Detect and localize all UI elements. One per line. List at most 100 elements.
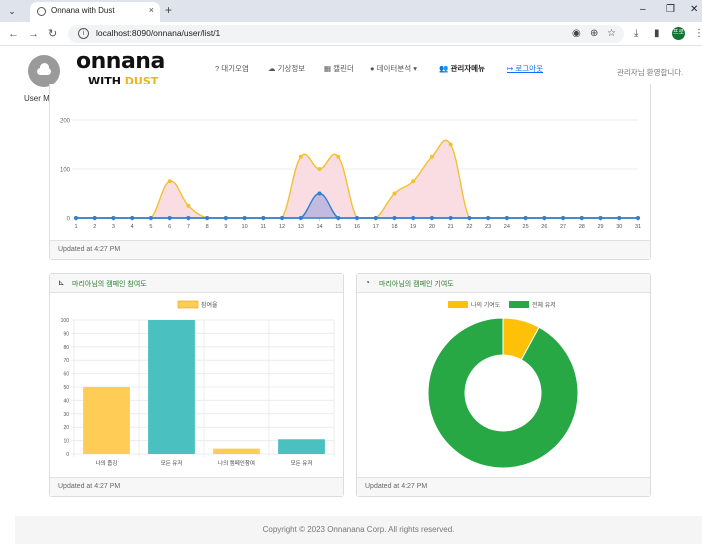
line-x-tick-15: 16	[354, 224, 360, 230]
nav-admin-label: 관리자메뉴	[450, 64, 485, 73]
line-point-0-18	[411, 179, 416, 184]
bookmark-star-icon[interactable]: ☆	[607, 27, 616, 41]
bar-y-tick-3: 30	[63, 412, 69, 418]
bar-y-tick-7: 70	[63, 358, 69, 364]
line-point-0-12	[298, 154, 303, 159]
line-area-0	[76, 140, 638, 218]
user-avatar[interactable]	[28, 55, 60, 87]
line-x-tick-22: 23	[485, 224, 491, 230]
bar-legend-swatch	[177, 300, 199, 309]
page: onnana WITH DUST ? 대기오염 ☁ 기상정보 ▦ 캘린더 ● 데…	[0, 46, 702, 544]
nav-admin[interactable]: 👥 관리자메뉴	[439, 63, 485, 74]
bar-category-0: 나의 줍깅	[96, 459, 118, 467]
nav-analysis-label: 데이터분석 ▾	[376, 64, 417, 73]
donut-legend-label-1: 전체 유저	[532, 301, 556, 309]
bar-chart-card: ⊾ 마리아님의 캠페인 참여도 참여율 0 10 20 30 40 50 60 70 80 90 10…	[49, 273, 344, 497]
line-x-tick-0: 1	[74, 224, 77, 230]
line-y-tick-1: 100	[60, 168, 71, 174]
line-chart: 01002001 2 3 4 5 6 7 8 9 10 11 12 13 14 15 16 17 18 19 20 21…	[60, 119, 641, 231]
bar-y-tick-5: 50	[63, 385, 69, 391]
line-x-tick-13: 14	[316, 224, 322, 230]
donut-chart: 나의 기여도 전체 유저	[427, 301, 579, 469]
line-x-tick-28: 29	[597, 224, 603, 230]
minimize-button[interactable]: –	[640, 3, 646, 17]
greeting-text: 관리자님 환영합니다.	[617, 68, 684, 77]
reload-icon[interactable]: ↻	[48, 27, 57, 41]
line-x-tick-19: 20	[429, 224, 435, 230]
bar-category-2: 나의 캠페인참여	[218, 459, 255, 467]
line-point-1-13	[317, 191, 322, 196]
bar-y-tick-1: 10	[63, 439, 69, 445]
bar-3	[278, 439, 325, 454]
donut-card-header: ◔ 마리아님의 캠페인 기여도	[357, 274, 650, 293]
browser-tab[interactable]: Onnana with Dust ×	[30, 2, 160, 22]
line-x-tick-21: 22	[466, 224, 472, 230]
tab-title: Onnana with Dust	[51, 6, 115, 15]
address-bar: ← → ↻ i localhost:8090/onnana/user/list/…	[0, 22, 702, 46]
zoom-icon[interactable]: ⊕	[590, 27, 598, 41]
bar-y-tick-9: 90	[63, 331, 69, 337]
nav-air-pollution[interactable]: ? 대기오염	[215, 63, 249, 74]
nav-calendar[interactable]: ▦ 캘린더	[324, 63, 354, 74]
line-point-0-19	[429, 154, 434, 159]
line-x-tick-1: 2	[93, 224, 96, 230]
line-point-0-20	[448, 142, 453, 147]
line-x-tick-24: 25	[523, 224, 529, 230]
bar-y-tick-0: 0	[66, 452, 69, 458]
line-x-tick-11: 12	[279, 224, 285, 230]
close-window-button[interactable]: ✕	[690, 3, 698, 17]
nav-analysis[interactable]: ● 데이터분석 ▾	[370, 63, 417, 74]
sidepanel-icon[interactable]: ▮	[654, 27, 660, 41]
bar-chart: 참여율 0 10 20 30 40 50 60 70 80 90 100 나의 줍깅 모든 유저 나의 캠페…	[61, 300, 335, 467]
line-y-tick-0: 0	[67, 217, 71, 223]
line-point-0-13	[317, 167, 322, 171]
bar-category-1: 모든 유저	[161, 459, 183, 467]
donut-updated-text: Updated at 4:27 PM	[365, 483, 428, 490]
close-tab-icon[interactable]: ×	[149, 5, 154, 15]
line-x-tick-30: 31	[635, 224, 641, 230]
info-icon[interactable]: i	[78, 28, 89, 39]
bar-0	[83, 387, 130, 454]
nav-calendar-label: 캘린더	[333, 64, 354, 73]
bar-y-tick-4: 40	[63, 398, 69, 404]
line-x-tick-29: 30	[616, 224, 622, 230]
line-x-tick-27: 28	[579, 224, 585, 230]
cloud-sun-icon: ☁	[268, 64, 278, 73]
line-y-tick-2: 200	[60, 119, 71, 125]
copyright-text: Copyright © 2023 Onnanana Corp. All righ…	[262, 525, 455, 534]
profile-avatar[interactable]: 프로	[672, 27, 685, 40]
line-x-tick-7: 8	[206, 224, 209, 230]
line-x-tick-16: 17	[373, 224, 379, 230]
more-menu-icon[interactable]: ⋮	[694, 27, 702, 41]
line-updated-text: Updated at 4:27 PM	[58, 246, 121, 253]
bar-2	[213, 448, 260, 454]
page-footer: Copyright © 2023 Onnanana Corp. All righ…	[15, 516, 702, 544]
donut-legend-swatch-1	[509, 301, 529, 308]
download-icon[interactable]: ⤓	[634, 27, 638, 41]
donut-card-footer: Updated at 4:27 PM	[357, 477, 650, 496]
line-x-tick-3: 4	[131, 224, 134, 230]
restore-button[interactable]: ❐	[666, 3, 675, 17]
forward-icon[interactable]: →	[28, 27, 39, 41]
back-icon[interactable]: ←	[8, 27, 19, 41]
line-x-tick-4: 5	[149, 224, 152, 230]
url-field[interactable]: i localhost:8090/onnana/user/list/1 ◉ ⊕ …	[68, 25, 624, 43]
line-x-tick-14: 15	[335, 224, 341, 230]
users-icon: 👥	[439, 64, 451, 73]
donut-chart-card: ◔ 마리아님의 캠페인 기여도 나의 기여도 전체 유저 Updated at 4…	[356, 273, 651, 497]
url-text: localhost:8090/onnana/user/list/1	[96, 28, 221, 38]
tab-search-icon[interactable]: ⌄	[5, 4, 19, 18]
nav-logout[interactable]: ↦ 로그아웃	[507, 63, 543, 74]
bar-y-tick-6: 60	[63, 372, 69, 378]
bar-y-tick-8: 80	[63, 345, 69, 351]
globe-icon	[37, 7, 46, 16]
line-x-tick-9: 10	[242, 224, 248, 230]
line-x-tick-8: 9	[224, 224, 227, 230]
logo-main[interactable]: onnana	[76, 49, 165, 74]
donut-legend-swatch-0	[448, 301, 468, 308]
nav-weather[interactable]: ☁ 기상정보	[268, 63, 305, 74]
new-tab-button[interactable]: +	[165, 3, 172, 17]
line-card-footer: Updated at 4:27 PM	[50, 240, 650, 259]
chart-icon: ⊾	[58, 278, 65, 287]
location-icon[interactable]: ◉	[572, 27, 581, 41]
